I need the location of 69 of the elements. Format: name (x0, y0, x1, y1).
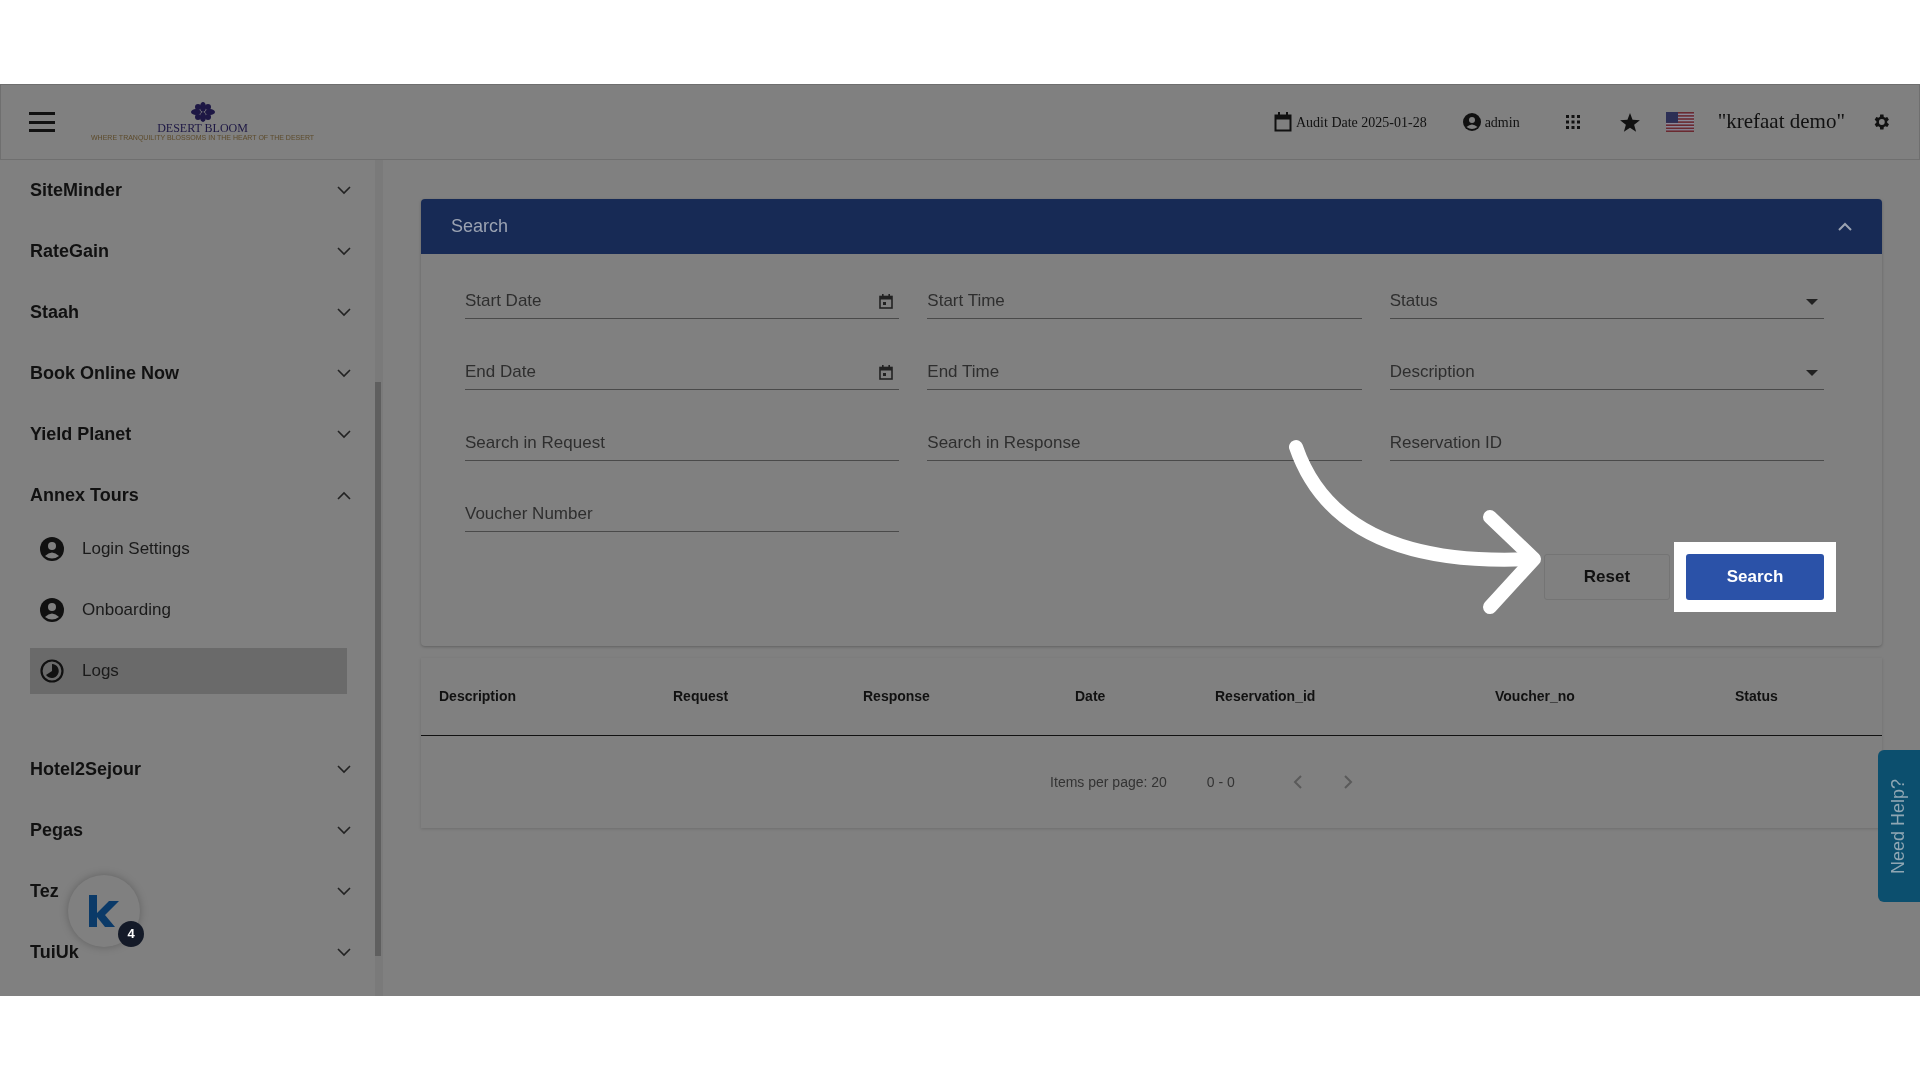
items-per-page: Items per page: 20 (1050, 772, 1167, 792)
sidebar-group[interactable]: SiteMinder (30, 177, 122, 204)
sidebar-group[interactable]: Staah (30, 299, 80, 326)
select-field[interactable]: Status (1389, 284, 1824, 319)
sidebar-item[interactable]: Logs (30, 648, 347, 694)
apps-grid-icon[interactable] (1565, 115, 1580, 129)
column-header[interactable]: Date (1075, 686, 1215, 707)
chevron-up-icon[interactable] (337, 491, 351, 500)
sidebar-item[interactable]: Login Settings (30, 526, 347, 572)
star-icon[interactable] (1619, 112, 1640, 132)
chevron-down-icon[interactable] (337, 430, 351, 439)
account-icon (40, 598, 64, 622)
sidebar-group[interactable]: RateGain (30, 238, 110, 265)
select-field[interactable]: Description (1389, 355, 1824, 390)
sidebar-group[interactable]: Book Online Now (30, 360, 179, 387)
flower-icon (189, 102, 216, 122)
logo-name: DESERT BLOOM (157, 122, 248, 134)
column-header[interactable]: Reservation_id (1215, 686, 1495, 707)
scrollbar-thumb[interactable] (375, 382, 381, 956)
chevron-down-icon[interactable] (337, 887, 351, 896)
input-field[interactable]: End Time (927, 355, 1362, 390)
column-header[interactable]: Voucher_no (1495, 686, 1735, 707)
input-field[interactable]: Voucher Number (465, 497, 900, 532)
sidebar-group[interactable]: Hotel2Sejour (30, 756, 142, 783)
chevron-down-icon[interactable] (337, 765, 351, 774)
input-field[interactable]: Search in Response (927, 426, 1362, 461)
pie-chart-icon (40, 659, 64, 683)
column-header[interactable]: Request (673, 686, 863, 707)
collapse-icon[interactable] (1838, 222, 1852, 231)
chevron-down-icon[interactable] (337, 826, 351, 835)
page-range: 0 - 0 (1206, 772, 1235, 792)
k-logo-icon (87, 893, 121, 929)
input-field[interactable]: Reservation ID (1389, 426, 1824, 461)
us-flag-icon[interactable] (1665, 112, 1694, 132)
calendar-icon (1274, 112, 1292, 132)
need-help-tab[interactable]: Need Help? (1878, 750, 1920, 902)
input-field[interactable]: Search in Request (465, 426, 900, 461)
sidebar-group[interactable]: Annex Tours (30, 482, 139, 509)
chevron-down-icon[interactable] (337, 948, 351, 957)
column-header[interactable]: Response (863, 686, 1075, 707)
chevron-down-icon[interactable] (337, 308, 351, 317)
account-icon (1462, 113, 1481, 131)
column-header[interactable]: Description (439, 686, 673, 707)
chevron-down-icon[interactable] (337, 186, 351, 195)
calendar-icon[interactable] (879, 365, 894, 380)
chevron-right-icon (1342, 774, 1353, 790)
user-menu[interactable]: admin (1462, 111, 1520, 133)
sidebar-group[interactable]: Tez (30, 878, 59, 905)
dropdown-caret-icon[interactable] (1806, 369, 1818, 376)
account-icon (40, 537, 64, 561)
column-header[interactable]: Status (1735, 686, 1835, 707)
search-panel-header[interactable]: Search (421, 199, 1882, 254)
date-field[interactable]: Start Date (465, 284, 900, 319)
search-button[interactable]: Search (1686, 554, 1824, 600)
audit-date: Audit Date 2025-01-28 (1296, 113, 1427, 132)
sidebar-item[interactable]: Onboarding (30, 587, 347, 633)
date-field[interactable]: End Date (465, 355, 900, 390)
chevron-left-icon (1292, 774, 1303, 790)
reset-button[interactable]: Reset (1544, 554, 1670, 600)
sidebar-group[interactable]: Pegas (30, 817, 84, 844)
notification-badge: 4 (118, 921, 144, 947)
chevron-down-icon[interactable] (337, 247, 351, 256)
dropdown-caret-icon[interactable] (1806, 298, 1818, 305)
calendar-icon[interactable] (879, 294, 894, 309)
chevron-down-icon[interactable] (337, 369, 351, 378)
company-name: "krefaat demo" (1717, 108, 1845, 136)
menu-button[interactable] (29, 112, 55, 132)
sidebar-group[interactable]: Yield Planet (30, 421, 132, 448)
input-field[interactable]: Start Time (927, 284, 1362, 319)
